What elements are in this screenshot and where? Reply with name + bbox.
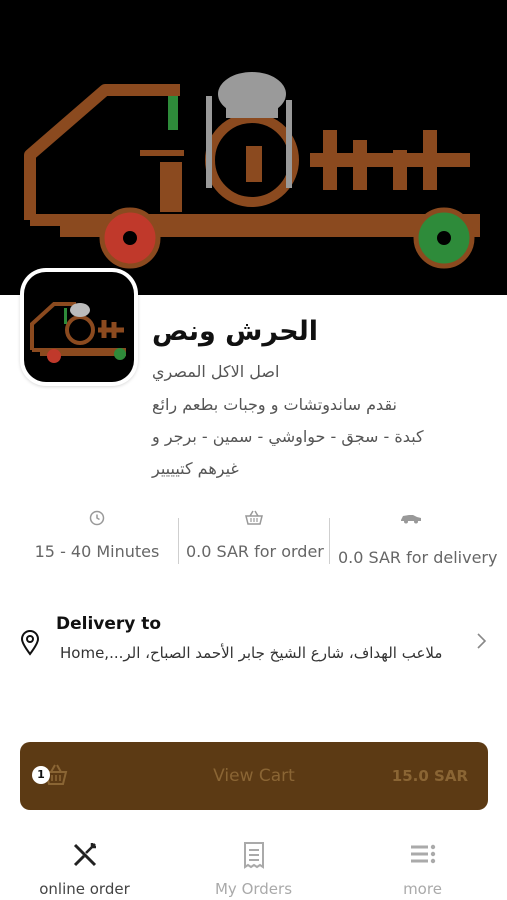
restaurant-description-line: غيرهم كتيييير bbox=[152, 459, 239, 478]
logo-image bbox=[30, 302, 126, 363]
stat-divider bbox=[329, 518, 330, 564]
cover-banner bbox=[0, 0, 507, 295]
restaurant-tagline: اصل الاكل المصري bbox=[152, 362, 280, 381]
tab-more-label: more bbox=[403, 880, 442, 898]
restaurant-logo bbox=[24, 272, 134, 382]
tab-online-order-label: online order bbox=[39, 880, 130, 898]
restaurant-name: الحرش ونص bbox=[152, 316, 319, 347]
restaurant-description-line: كبدة - سجق - حواوشي - سمين - برجر و bbox=[152, 427, 424, 446]
tab-my-orders[interactable]: My Orders bbox=[169, 840, 338, 898]
receipt-icon bbox=[243, 842, 264, 869]
clock-icon bbox=[89, 510, 105, 526]
view-cart-button[interactable]: 1 View Cart 15.0 SAR bbox=[20, 742, 488, 810]
delivery-time-text: 15 - 40 Minutes bbox=[34, 542, 160, 561]
truck-logo-image bbox=[24, 72, 480, 269]
menu-icon bbox=[410, 844, 435, 864]
bottom-tab-bar: online order My Orders more bbox=[0, 828, 507, 900]
delivery-to-label: Delivery to bbox=[56, 614, 162, 634]
restaurant-description-line: نقدم ساندوتشات و وجبات بطعم رائع bbox=[152, 395, 397, 414]
fork-knife-icon bbox=[73, 843, 96, 867]
restaurant-logo-frame bbox=[20, 268, 138, 386]
tab-online-order[interactable]: online order bbox=[0, 840, 169, 898]
cart-total: 15.0 SAR bbox=[391, 767, 468, 785]
delivery-time-stat: 15 - 40 Minutes bbox=[30, 508, 164, 570]
min-order-text: 0.0 SAR for order bbox=[186, 542, 324, 561]
delivery-address: Home,...ملاعب الهداف، شارع الشيخ جابر ال… bbox=[60, 644, 443, 662]
car-icon bbox=[401, 515, 421, 524]
basket-icon bbox=[245, 510, 263, 525]
tab-more[interactable]: more bbox=[338, 840, 507, 898]
min-order-stat: 0.0 SAR for order bbox=[186, 508, 324, 570]
location-pin-icon bbox=[20, 630, 40, 656]
chevron-right-icon bbox=[477, 633, 487, 649]
delivery-address-row[interactable]: Delivery to Home,...ملاعب الهداف، شارع ا… bbox=[0, 608, 507, 674]
stat-divider bbox=[178, 518, 179, 564]
tab-my-orders-label: My Orders bbox=[214, 880, 293, 898]
delivery-fee-stat: 0.0 SAR for delivery bbox=[338, 508, 498, 570]
delivery-fee-text: 0.0 SAR for delivery bbox=[338, 548, 498, 567]
